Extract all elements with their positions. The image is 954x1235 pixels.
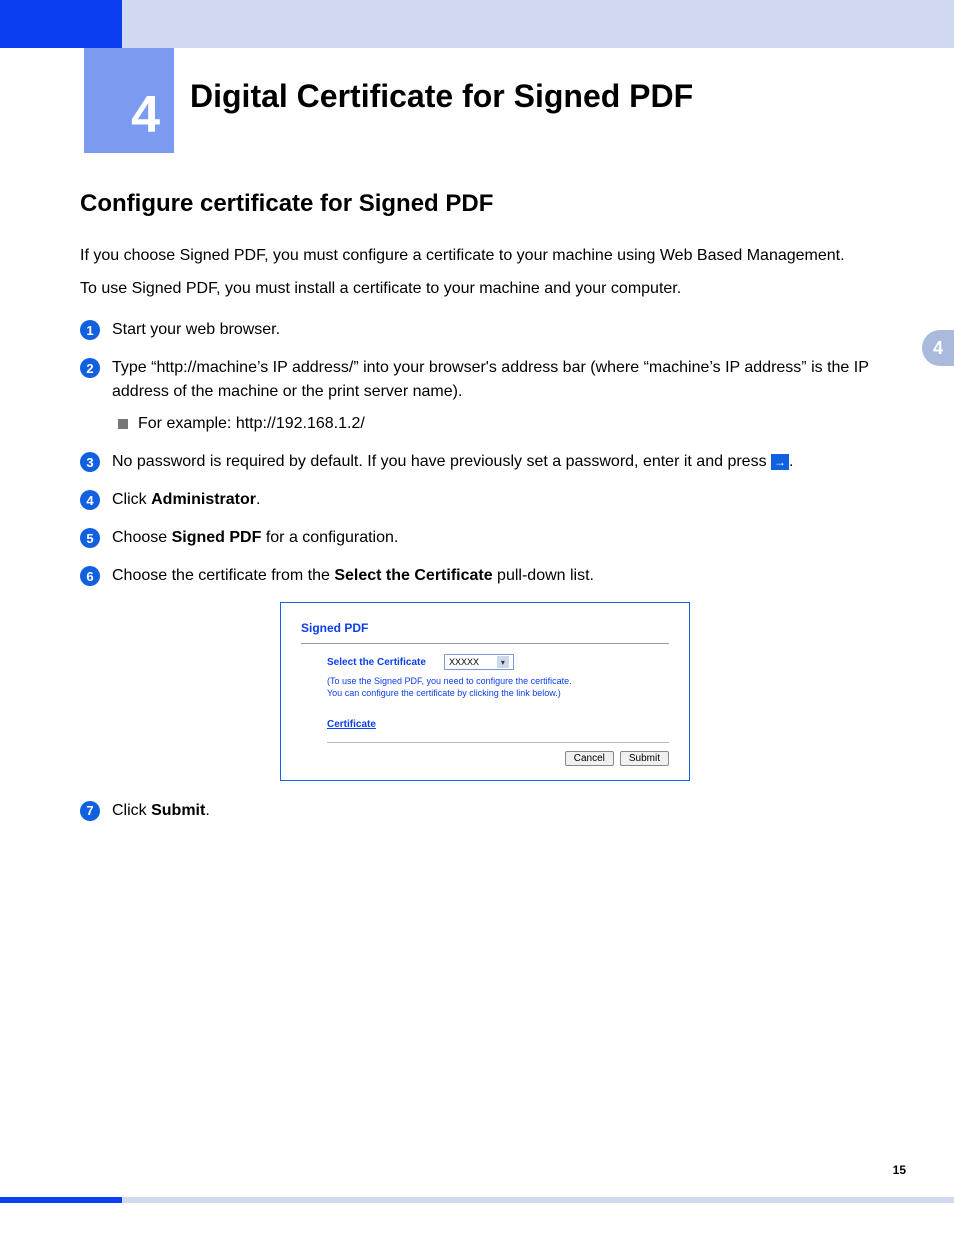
step-2-sub-text: For example: http://192.168.1.2/ <box>138 412 365 436</box>
chapter-title: Digital Certificate for Signed PDF <box>190 78 693 115</box>
step-5: 5 Choose Signed PDF for a configuration. <box>80 526 900 550</box>
step-5-bold: Signed PDF <box>172 529 262 546</box>
step-7: 7 Click Submit. <box>80 799 900 823</box>
step-6-text-a: Choose the certificate from the <box>112 567 334 584</box>
step-3-text-a: No password is required by default. If y… <box>112 453 771 470</box>
step-1-text: Start your web browser. <box>112 318 900 342</box>
ss-cancel-button[interactable]: Cancel <box>565 751 614 766</box>
chapter-number: 4 <box>131 85 160 145</box>
step-number-badge: 3 <box>80 452 100 472</box>
step-2-text: Type “http://machine’s IP address/” into… <box>112 359 869 400</box>
step-4: 4 Click Administrator. <box>80 488 900 512</box>
ss-certificate-dropdown[interactable]: XXXXX ▾ <box>444 654 514 670</box>
step-1: 1 Start your web browser. <box>80 318 900 342</box>
step-4-text-c: . <box>256 491 260 508</box>
step-5-body: Choose Signed PDF for a configuration. <box>112 526 900 550</box>
step-7-body: Click Submit. <box>112 799 900 823</box>
steps-list: 1 Start your web browser. 2 Type “http:/… <box>80 318 900 822</box>
step-number-badge: 1 <box>80 320 100 340</box>
step-6-body: Choose the certificate from the Select t… <box>112 564 900 588</box>
arrow-right-icon: → <box>771 454 789 470</box>
step-6-bold: Select the Certificate <box>334 567 492 584</box>
step-7-text-a: Click <box>112 802 151 819</box>
intro-paragraph-2: To use Signed PDF, you must install a ce… <box>80 277 900 300</box>
step-3-body: No password is required by default. If y… <box>112 450 900 474</box>
step-number-badge: 7 <box>80 801 100 821</box>
ss-button-row: Cancel Submit <box>301 751 669 766</box>
page-number: 15 <box>893 1163 906 1177</box>
step-4-text-a: Click <box>112 491 151 508</box>
step-number-badge: 4 <box>80 490 100 510</box>
side-chapter-tab: 4 <box>922 330 954 366</box>
header-blue-block <box>0 0 122 48</box>
step-2-sub-bullet: For example: http://192.168.1.2/ <box>118 412 900 436</box>
side-tab-number: 4 <box>933 338 943 359</box>
step-4-bold: Administrator <box>151 491 256 508</box>
ss-note: (To use the Signed PDF, you need to conf… <box>327 676 669 699</box>
ss-divider-2 <box>327 742 669 743</box>
step-6: 6 Choose the certificate from the Select… <box>80 564 900 588</box>
embedded-screenshot: Signed PDF Select the Certificate XXXXX … <box>280 602 690 780</box>
step-7-bold: Submit <box>151 802 205 819</box>
step-2-body: Type “http://machine’s IP address/” into… <box>112 356 900 436</box>
step-2: 2 Type “http://machine’s IP address/” in… <box>80 356 900 436</box>
ss-submit-button[interactable]: Submit <box>620 751 669 766</box>
ss-certificate-link[interactable]: Certificate <box>327 719 376 730</box>
ss-note-line-2: You can configure the certificate by cli… <box>327 688 561 698</box>
chapter-number-block: 4 <box>84 48 174 153</box>
ss-title: Signed PDF <box>301 621 669 635</box>
step-3: 3 No password is required by default. If… <box>80 450 900 474</box>
step-4-body: Click Administrator. <box>112 488 900 512</box>
step-3-text-b: . <box>789 453 793 470</box>
ss-select-value: XXXXX <box>449 657 479 667</box>
content-area: Configure certificate for Signed PDF If … <box>80 190 900 837</box>
step-6-text-c: pull-down list. <box>493 567 594 584</box>
step-number-badge: 5 <box>80 528 100 548</box>
intro-paragraph-1: If you choose Signed PDF, you must confi… <box>80 244 900 267</box>
square-bullet-icon <box>118 419 128 429</box>
step-number-badge: 2 <box>80 358 100 378</box>
section-title: Configure certificate for Signed PDF <box>80 190 900 218</box>
footer-light-bar <box>0 1197 954 1203</box>
ss-note-line-1: (To use the Signed PDF, you need to conf… <box>327 676 572 686</box>
ss-select-label: Select the Certificate <box>327 657 426 668</box>
step-5-text-a: Choose <box>112 529 172 546</box>
header-light-bar <box>0 0 954 48</box>
step-7-text-c: . <box>205 802 209 819</box>
ss-select-row: Select the Certificate XXXXX ▾ <box>327 654 669 670</box>
ss-divider-1 <box>301 643 669 644</box>
footer-blue-block <box>0 1197 122 1203</box>
step-5-text-c: for a configuration. <box>261 529 398 546</box>
step-number-badge: 6 <box>80 566 100 586</box>
chevron-down-icon: ▾ <box>497 656 509 668</box>
